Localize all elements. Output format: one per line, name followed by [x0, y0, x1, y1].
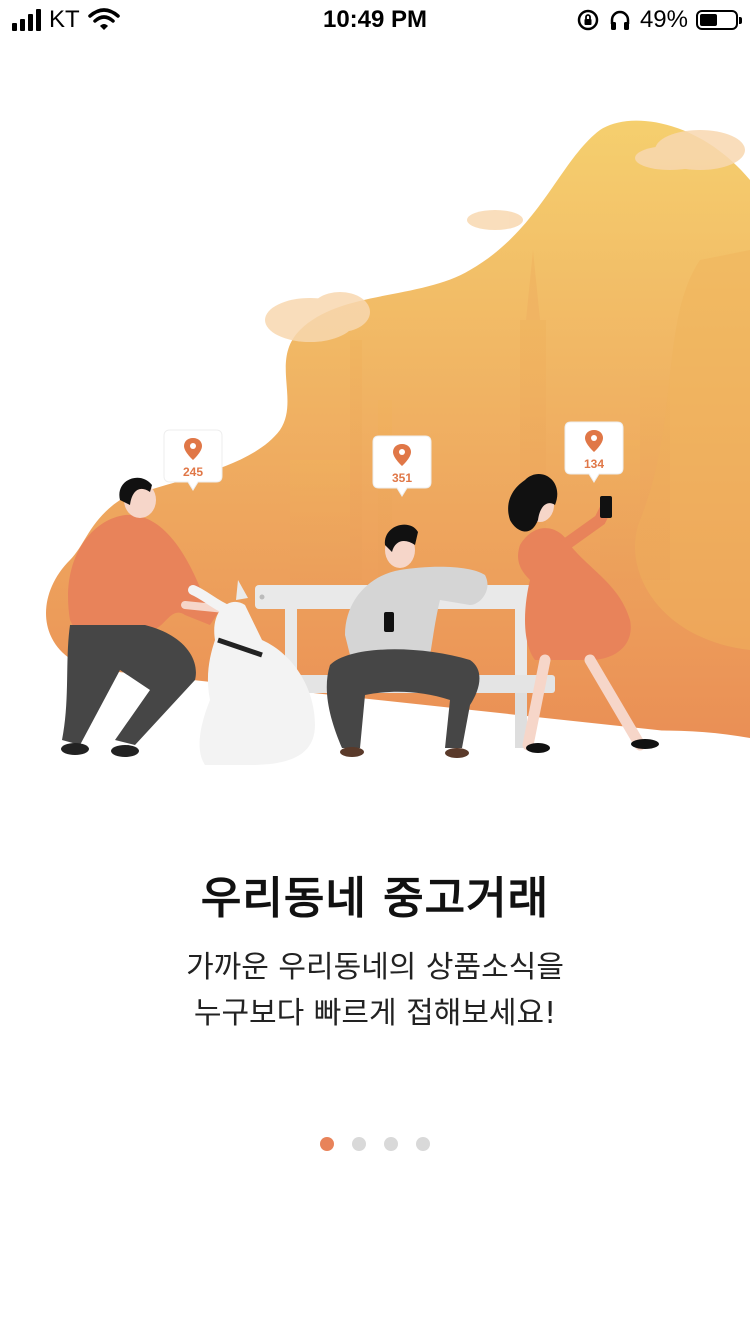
- location-bubble-3: 134: [564, 421, 624, 483]
- onboarding-illustration: 245 351 134: [0, 120, 750, 770]
- page-dot-2[interactable]: [352, 1137, 366, 1151]
- headphones-icon: [610, 10, 630, 30]
- page-dot-3[interactable]: [384, 1137, 398, 1151]
- page-indicator: [0, 1137, 750, 1151]
- onboarding-title: 우리동네 중고거래: [200, 873, 550, 924]
- location-bubble-2: 351: [372, 435, 432, 497]
- page-dot-1[interactable]: [320, 1137, 334, 1151]
- location-count-3: 134: [584, 457, 604, 471]
- location-count-1: 245: [183, 465, 203, 479]
- status-bar: KT 10:49 PM 49%: [0, 0, 750, 40]
- orientation-lock-icon: [577, 9, 599, 31]
- page-dot-4[interactable]: [416, 1137, 430, 1151]
- battery-percent: 49%: [639, 6, 688, 33]
- battery-icon: [696, 10, 742, 30]
- onboarding-description-line-2: 누구보다 빠르게 접해보세요!: [193, 996, 557, 1031]
- onboarding-description-line-1: 가까운 우리동네의 상품소식을: [186, 950, 564, 985]
- battery-fill: [700, 14, 717, 26]
- location-count-2: 351: [392, 471, 412, 485]
- status-right: 49%: [576, 6, 742, 34]
- location-bubble-1: 245: [163, 429, 223, 491]
